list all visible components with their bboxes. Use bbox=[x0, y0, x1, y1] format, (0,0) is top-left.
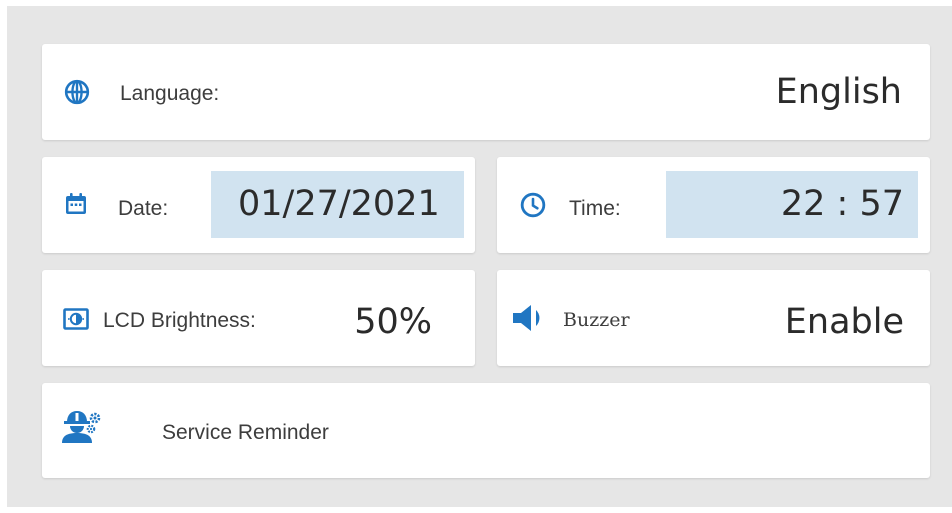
language-value[interactable]: English bbox=[776, 72, 902, 112]
date-label: Date: bbox=[118, 197, 169, 220]
buzzer-setting-card[interactable]: Buzzer Enable bbox=[497, 270, 930, 366]
service-reminder-label: Service Reminder bbox=[162, 421, 329, 444]
time-value-field[interactable]: 22 : 57 bbox=[666, 171, 918, 238]
date-value-field[interactable]: 01/27/2021 bbox=[211, 171, 464, 238]
service-worker-icon bbox=[62, 411, 101, 443]
brightness-label: LCD Brightness: bbox=[103, 309, 256, 332]
buzzer-label: Buzzer bbox=[563, 309, 630, 331]
time-value: 22 : 57 bbox=[780, 184, 904, 224]
clock-icon bbox=[520, 192, 546, 218]
time-setting-card[interactable]: Time: 22 : 57 bbox=[497, 157, 930, 253]
speaker-icon bbox=[513, 305, 540, 331]
brightness-value[interactable]: 50% bbox=[354, 302, 432, 342]
brightness-setting-card[interactable]: LCD Brightness: 50% bbox=[42, 270, 475, 366]
brightness-icon bbox=[63, 308, 89, 330]
language-label: Language: bbox=[120, 82, 220, 105]
calendar-icon bbox=[66, 193, 86, 214]
time-label: Time: bbox=[569, 197, 621, 220]
buzzer-value[interactable]: Enable bbox=[785, 302, 904, 342]
service-reminder-card[interactable]: Service Reminder bbox=[42, 383, 930, 478]
date-value: 01/27/2021 bbox=[238, 184, 440, 224]
date-setting-card[interactable]: Date: 01/27/2021 bbox=[42, 157, 475, 253]
globe-icon bbox=[64, 79, 90, 105]
language-setting-card[interactable]: Language: English bbox=[42, 44, 930, 140]
